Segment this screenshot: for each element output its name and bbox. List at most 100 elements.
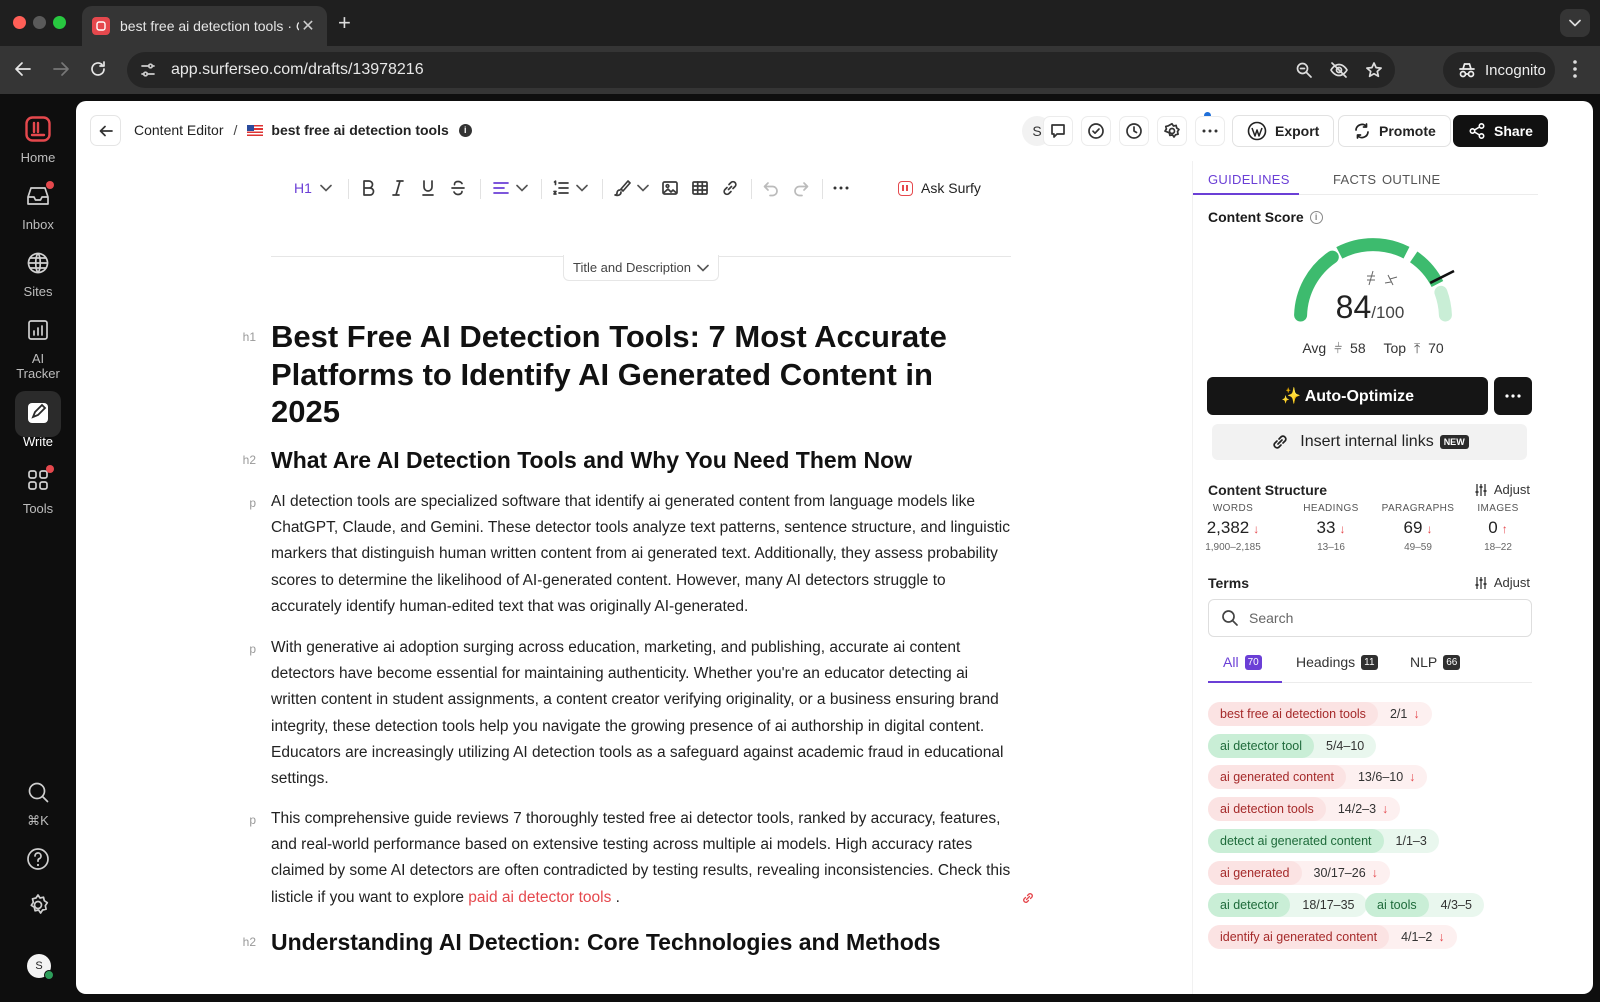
auto-optimize-more-button[interactable] [1494,377,1532,415]
back-nav-button[interactable] [12,58,34,80]
incognito-indicator[interactable]: Incognito [1443,52,1555,88]
eye-off-icon[interactable] [1329,61,1349,79]
sidebar-item-ai-tracker[interactable]: AI Tracker [0,317,76,381]
undo-button[interactable] [762,179,780,197]
term-count: 2/1 [1389,707,1408,721]
wordpress-icon [1247,121,1267,141]
info-icon[interactable]: i [1309,210,1323,224]
browser-tab[interactable]: best free ai detection tools · Content E… [82,6,327,46]
term-tab-headings[interactable]: Headings 11 [1296,654,1378,670]
sidebar-item-home[interactable]: Home [0,116,76,165]
star-icon[interactable] [1365,61,1383,79]
paid-tools-link[interactable]: paid ai detector tools [468,889,611,906]
refresh-arrows-icon [1355,123,1369,139]
stat-images: IMAGES 0 ↑ 18–22 [1458,503,1538,553]
global-search-button[interactable]: ⌘K [0,779,76,829]
article-paragraph[interactable]: AI detection tools are specialized softw… [271,489,1016,620]
insert-table-button[interactable] [691,179,709,197]
sidebar-item-tools[interactable]: Tools [0,465,76,516]
term-chip[interactable]: ai detector 18/17–35 [1208,893,1367,917]
strikethrough-button[interactable] [450,179,466,197]
term-chip[interactable]: best free ai detection tools 2/1 ↓ [1208,702,1432,726]
heading-level-select[interactable]: H1 [294,174,332,202]
sidebar-item-write[interactable]: Write [0,391,76,449]
chart-icon [25,317,51,343]
tab-outline[interactable]: OUTLINE [1382,172,1440,187]
export-button[interactable]: Export [1232,115,1335,147]
auto-optimize-button[interactable]: ✨ Auto-Optimize [1207,377,1488,415]
forward-nav-button[interactable] [50,58,72,80]
tab-close-icon[interactable]: ✕ [299,16,317,36]
promote-label: Promote [1379,123,1436,139]
zoom-icon[interactable] [1295,61,1313,79]
block-tag-p: p [249,642,256,656]
article-paragraph[interactable]: This comprehensive guide reviews 7 thoro… [271,806,1016,911]
check-button[interactable] [1081,116,1111,146]
terms-adjust-button[interactable]: Adjust [1474,575,1530,590]
share-button[interactable]: Share [1453,115,1548,147]
title-description-toggle[interactable]: Title and Description [563,255,719,281]
ellipsis-icon [833,186,849,190]
user-avatar[interactable]: S [27,954,54,980]
term-text: detect ai generated content [1208,829,1384,853]
promote-button[interactable]: Promote [1338,115,1451,147]
term-chip[interactable]: ai tools 4/3–5 [1365,893,1484,917]
browser-menu-button[interactable] [1572,58,1578,80]
list-select[interactable] [552,179,588,197]
new-tab-button[interactable]: + [338,10,351,36]
settings-button[interactable] [0,892,76,926]
help-button[interactable] [0,846,76,880]
breadcrumb-root[interactable]: Content Editor [134,122,224,138]
term-tab-all[interactable]: All 70 [1223,654,1262,670]
term-tab-nlp[interactable]: NLP 66 [1410,654,1461,670]
back-button[interactable] [90,115,121,146]
article-h2[interactable]: Understanding AI Detection: Core Technol… [271,929,941,956]
address-bar[interactable]: app.surferseo.com/drafts/13978216 [127,52,1395,88]
highlight-select[interactable] [613,179,649,197]
adjust-label: Adjust [1493,482,1530,497]
insert-image-button[interactable] [661,179,679,197]
more-formatting-button[interactable] [833,186,849,190]
redo-button[interactable] [792,179,810,197]
ask-surfy-button[interactable]: Ask Surfy [898,180,981,196]
term-chip[interactable]: detect ai generated content 1/1–3 [1208,829,1439,853]
underline-button[interactable] [420,179,436,197]
home-icon [25,116,51,142]
italic-button[interactable] [390,179,406,197]
term-chip[interactable]: ai detection tools 14/2–3 ↓ [1208,797,1401,821]
structure-adjust-button[interactable]: Adjust [1474,482,1530,497]
term-chip[interactable]: ai generated 30/17–26 ↓ [1208,861,1390,885]
comments-button[interactable] [1043,116,1073,146]
window-zoom-button[interactable] [53,16,66,29]
article-h1[interactable]: Best Free AI Detection Tools: 7 Most Acc… [271,318,991,431]
history-button[interactable] [1119,116,1149,146]
tab-search-button[interactable] [1560,9,1590,37]
term-chip[interactable]: ai detector tool 5/4–10 [1208,734,1377,758]
chevron-down-icon [576,184,588,192]
comment-icon [1051,124,1065,138]
info-icon[interactable]: i [458,123,472,137]
tab-guidelines[interactable]: GUIDELINES [1208,172,1290,187]
article-h2[interactable]: What Are AI Detection Tools and Why You … [271,447,912,474]
article-paragraph[interactable]: With generative ai adoption surging acro… [271,635,1016,792]
term-chip[interactable]: ai generated content 13/6–10 ↓ [1208,765,1428,789]
insert-link-button[interactable] [721,179,739,197]
bold-button[interactable] [360,179,376,197]
link-suggestion-icon[interactable] [1021,891,1035,905]
sidebar-item-sites[interactable]: Sites [0,250,76,299]
insert-internal-links-button[interactable]: Insert internal links NEW [1212,424,1527,460]
window-close-button[interactable] [13,16,26,29]
editor-settings-button[interactable] [1157,116,1187,146]
tab-facts[interactable]: FACTS [1333,172,1376,187]
terms-search-input[interactable]: Search [1208,599,1532,637]
reload-button[interactable] [87,58,109,80]
sidebar-item-inbox[interactable]: Inbox [0,181,76,232]
more-options-button[interactable] [1195,116,1225,146]
active-tab-indicator [1193,193,1299,195]
us-flag-icon [247,124,264,136]
site-settings-icon[interactable] [139,61,157,79]
align-select[interactable] [492,179,528,197]
stat-label: HEADINGS [1303,503,1359,514]
inbox-icon [25,181,54,209]
window-minimize-button[interactable] [33,16,46,29]
